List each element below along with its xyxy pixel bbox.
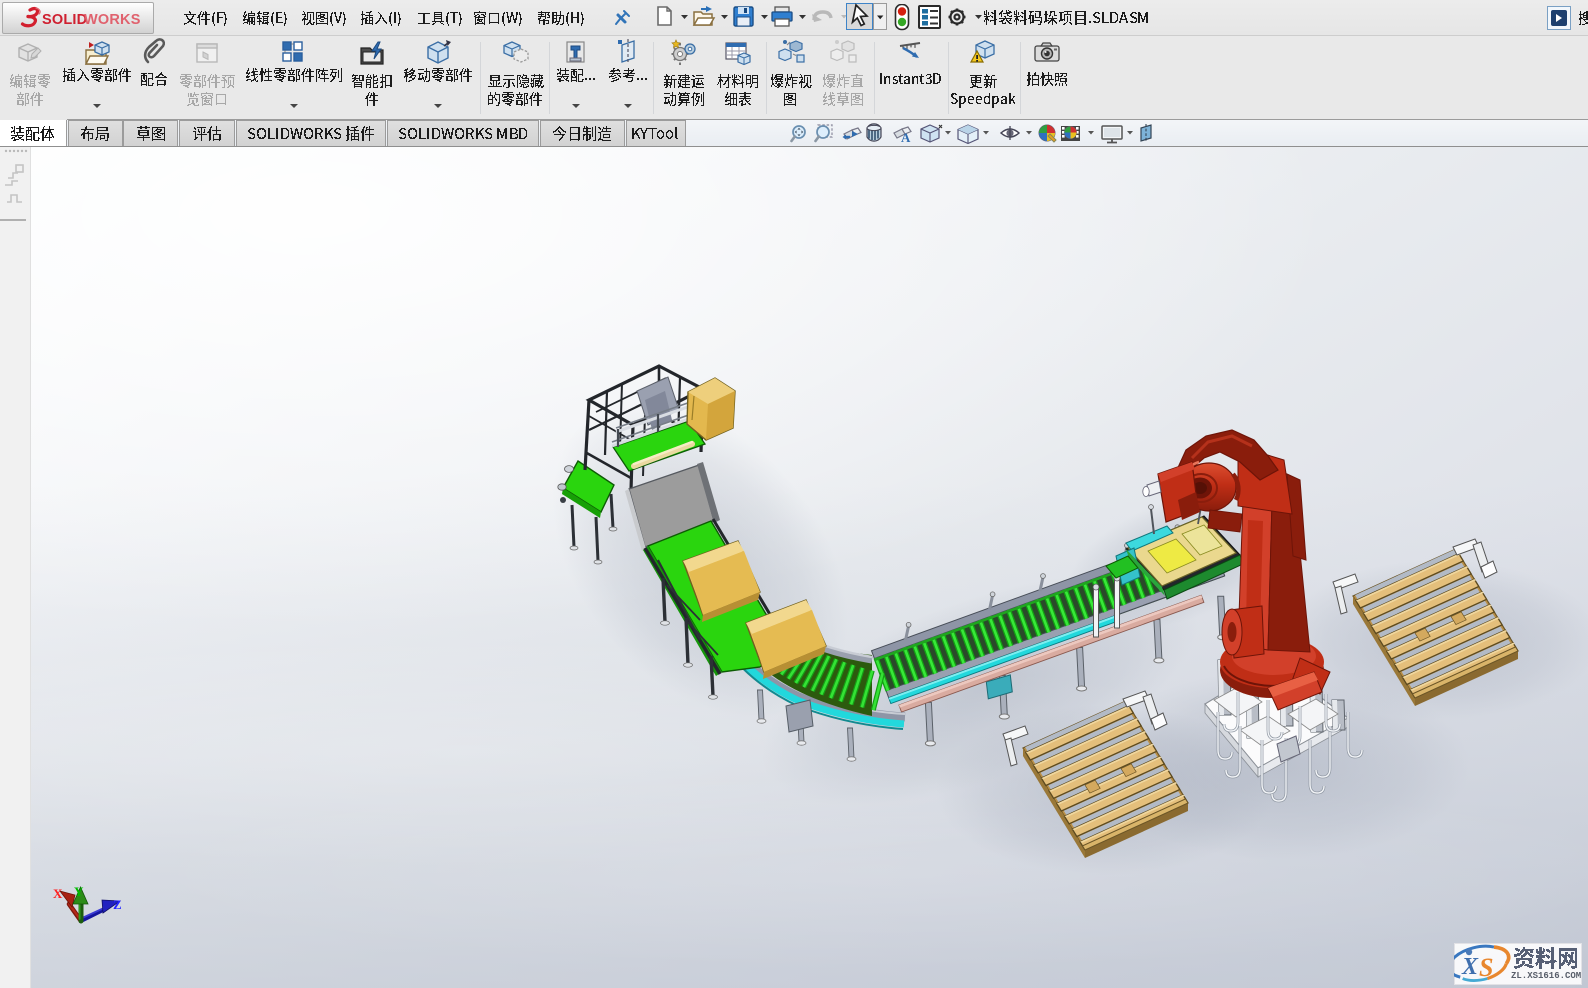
svg-text:Y: Y bbox=[74, 884, 84, 899]
svg-text:S: S bbox=[1479, 953, 1493, 982]
svg-text:Z: Z bbox=[113, 897, 122, 912]
svg-text:X: X bbox=[53, 886, 63, 901]
svg-text:X: X bbox=[1461, 954, 1479, 980]
